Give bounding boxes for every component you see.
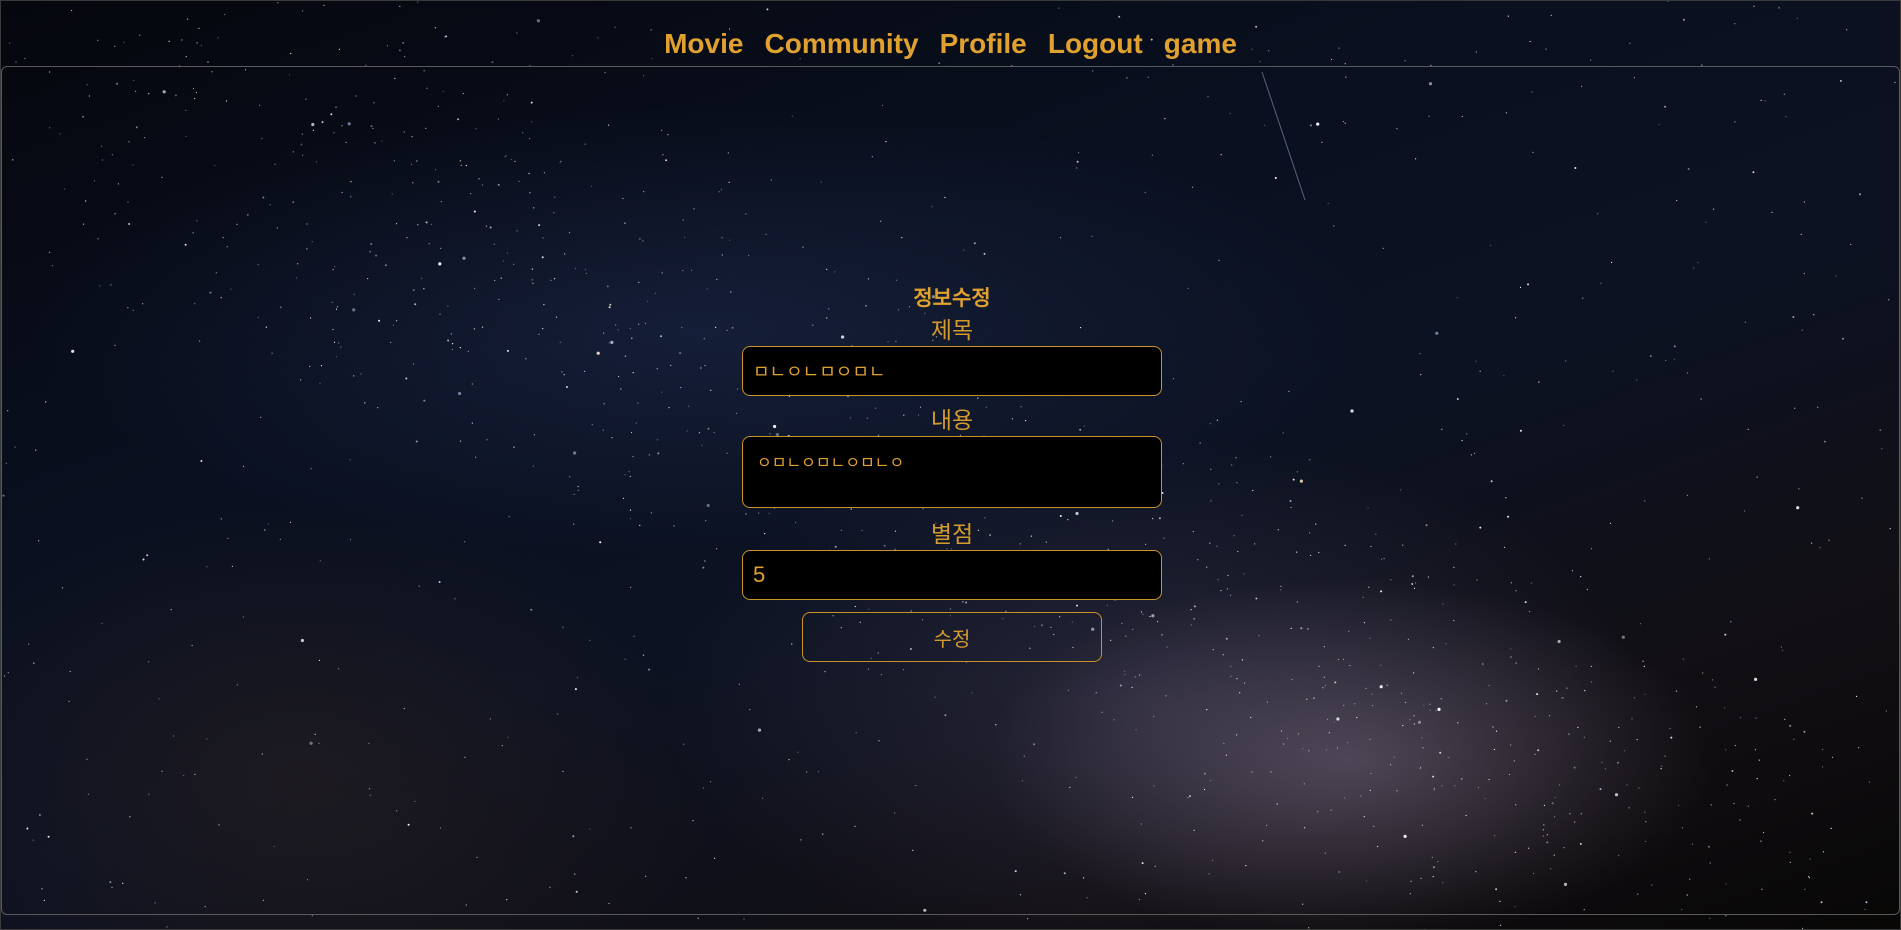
star bbox=[938, 62, 940, 64]
star bbox=[1118, 15, 1121, 18]
nav-community-link[interactable]: Community bbox=[765, 28, 919, 59]
edit-form: 정보수정 제목 내용 ㅇㅁㄴㅇㅁㄴㅇㅁㄴㅇ 별점 수정 bbox=[742, 284, 1162, 662]
star bbox=[399, 5, 401, 7]
star bbox=[697, 917, 699, 919]
nav-movie-link[interactable]: Movie bbox=[664, 28, 743, 59]
star bbox=[277, 2, 279, 4]
star bbox=[1404, 60, 1406, 62]
star bbox=[1027, 918, 1029, 920]
star bbox=[491, 61, 494, 64]
star bbox=[536, 19, 541, 23]
star bbox=[1796, 17, 1798, 19]
title-input[interactable] bbox=[742, 346, 1162, 396]
title-label: 제목 bbox=[930, 317, 974, 343]
star bbox=[766, 8, 769, 11]
nav-game-link[interactable]: game bbox=[1164, 28, 1237, 59]
form-title: 정보수정 bbox=[913, 287, 991, 310]
star bbox=[207, 61, 209, 63]
submit-button[interactable]: 수정 bbox=[802, 612, 1102, 662]
rating-input[interactable] bbox=[742, 550, 1162, 600]
star bbox=[1802, 927, 1804, 930]
star bbox=[1778, 6, 1781, 9]
star bbox=[166, 926, 168, 928]
content-label: 내용 bbox=[930, 407, 974, 433]
star bbox=[311, 915, 313, 917]
top-nav: Movie Community Profile Logout game bbox=[0, 28, 1901, 60]
star bbox=[1753, 5, 1755, 7]
nav-profile-link[interactable]: Profile bbox=[940, 28, 1027, 59]
content-textarea[interactable]: ㅇㅁㄴㅇㅁㄴㅇㅁㄴㅇ bbox=[742, 436, 1162, 508]
star bbox=[15, 61, 17, 63]
nav-logout-link[interactable]: Logout bbox=[1048, 28, 1143, 59]
star bbox=[1499, 924, 1502, 926]
star bbox=[1344, 63, 1346, 65]
star bbox=[323, 4, 325, 6]
star bbox=[302, 10, 304, 12]
star bbox=[417, 1, 419, 3]
star bbox=[1507, 15, 1509, 17]
page: Movie Community Profile Logout game 정보수정… bbox=[0, 0, 1901, 930]
star bbox=[71, 9, 73, 12]
star bbox=[1734, 23, 1736, 25]
star bbox=[1550, 14, 1552, 16]
star bbox=[1725, 915, 1727, 917]
star bbox=[1259, 61, 1261, 63]
star bbox=[186, 18, 189, 20]
rating-label: 별점 bbox=[930, 521, 974, 547]
star bbox=[1308, 927, 1310, 929]
star bbox=[1709, 917, 1711, 919]
star bbox=[224, 13, 226, 16]
star bbox=[1682, 18, 1685, 21]
star bbox=[1667, 0, 1669, 2]
star bbox=[743, 918, 745, 920]
star bbox=[1058, 7, 1060, 9]
